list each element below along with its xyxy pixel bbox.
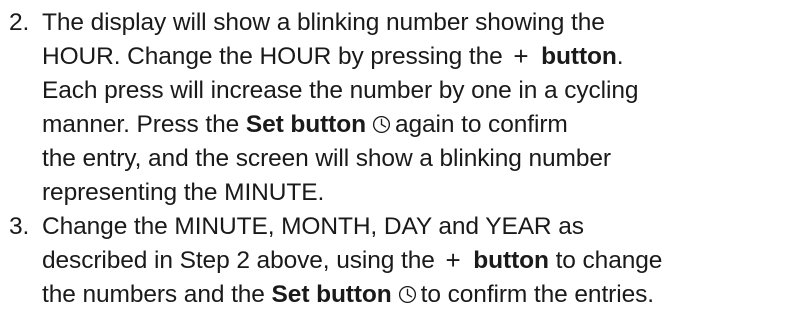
step-text: Each press will increase the number by o… [42, 77, 639, 104]
step-text: again to confirm [394, 111, 568, 138]
step-3: 3. Change the MINUTE, MONTH, DAY and YEA… [0, 210, 792, 312]
step-3-line-3: the numbers and the Set button to confir… [42, 278, 792, 312]
step-2-line-2: HOUR. Change the HOUR by pressing the + … [42, 40, 792, 74]
step-text: Change the MINUTE, MONTH, DAY and YEAR a… [42, 213, 584, 240]
step-2-line-1: The display will show a blinking number … [42, 6, 792, 40]
step-number: 3. [9, 213, 30, 240]
step-2-line-3: Each press will increase the number by o… [42, 74, 792, 108]
button-label: button [473, 247, 549, 274]
step-text: to change [548, 247, 663, 274]
step-text: described in Step 2 above, using the [42, 247, 435, 274]
step-3-line-2: described in Step 2 above, using the + b… [42, 244, 792, 278]
step-text: the entry, and the screen will show a bl… [42, 145, 611, 172]
plus-icon: + [513, 41, 529, 71]
step-text: to confirm the entries. [420, 281, 654, 308]
step-2-line-5: the entry, and the screen will show a bl… [42, 142, 792, 176]
step-text: . [616, 43, 624, 70]
step-number: 2. [9, 9, 30, 36]
step-2-line-6: representing the MINUTE. [42, 176, 792, 210]
instruction-steps: 2. The display will show a blinking numb… [0, 6, 792, 312]
step-text: HOUR. Change the HOUR by pressing the [42, 43, 503, 70]
step-3-line-1: Change the MINUTE, MONTH, DAY and YEAR a… [42, 210, 792, 244]
step-text: manner. Press the [42, 111, 246, 138]
button-label: button [541, 43, 617, 70]
step-2-line-4: manner. Press the Set button again to co… [42, 108, 792, 142]
clock-icon [372, 115, 391, 134]
clock-icon [398, 285, 416, 304]
step-2: 2. The display will show a blinking numb… [0, 6, 792, 210]
set-button-label: Set button [271, 281, 392, 308]
plus-icon: + [445, 245, 461, 275]
step-text: the numbers and the [42, 281, 272, 308]
set-button-label: Set button [245, 111, 366, 138]
step-text: The display will show a blinking number … [42, 9, 605, 36]
step-text: representing the MINUTE. [42, 179, 325, 206]
